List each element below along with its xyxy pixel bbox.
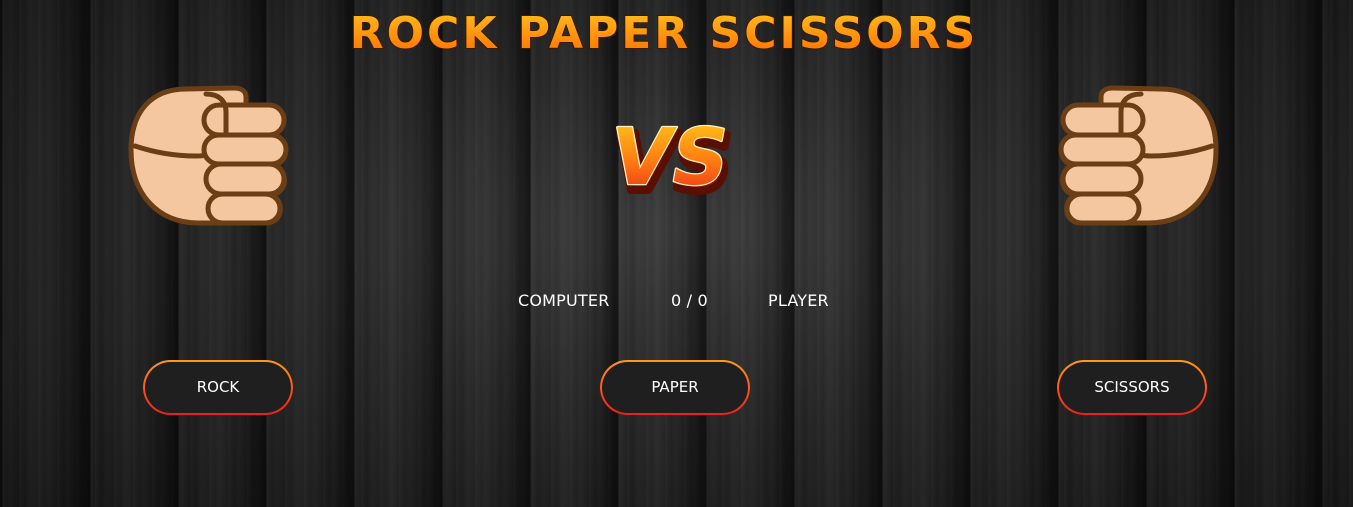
player-label: PLAYER	[768, 291, 829, 310]
scissors-button[interactable]: SCISSORS	[1057, 360, 1207, 415]
vs-badge: VS VS	[598, 100, 748, 213]
paper-button[interactable]: PAPER	[600, 360, 750, 415]
game-title-text: ROCK PAPER SCISSORS	[350, 8, 978, 58]
computer-hand	[126, 82, 290, 230]
computer-label: COMPUTER	[518, 291, 610, 310]
vs-text: VS	[604, 112, 737, 200]
game-title: ROCK PAPER SCISSORS	[0, 2, 1353, 58]
rock-button[interactable]: ROCK	[143, 360, 293, 415]
fist-icon	[1058, 85, 1219, 226]
player-hand	[1057, 82, 1221, 230]
score-value: 0 / 0	[671, 291, 708, 310]
scoreboard: COMPUTER 0 / 0 PLAYER	[0, 290, 1353, 312]
fist-icon	[128, 85, 289, 226]
